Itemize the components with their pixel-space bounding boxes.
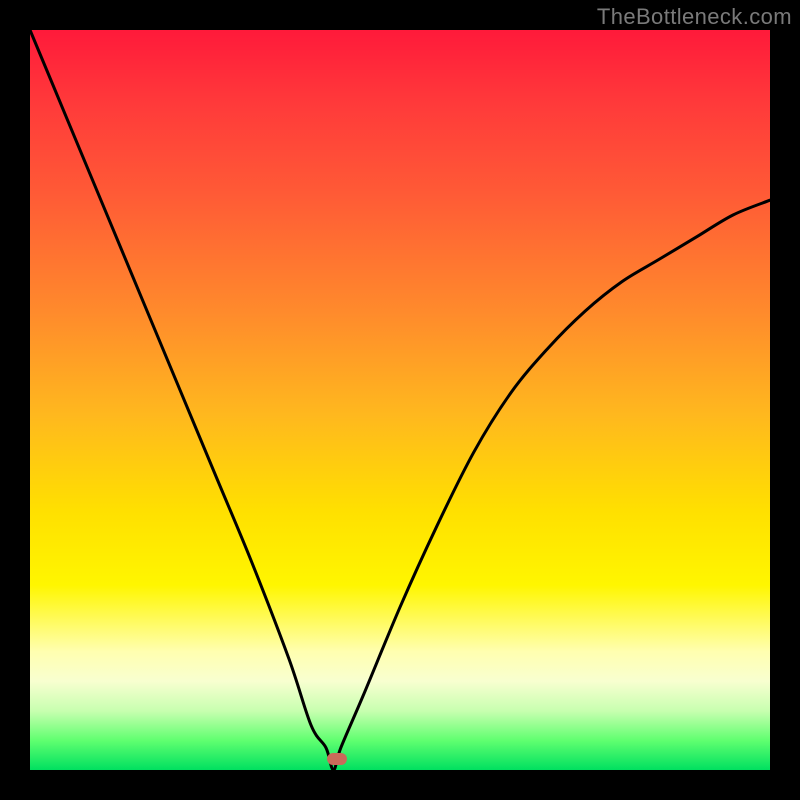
curve-svg (30, 30, 770, 770)
watermark-text: TheBottleneck.com (597, 4, 792, 30)
bottleneck-curve (30, 30, 770, 770)
min-marker (327, 753, 347, 765)
chart-frame: TheBottleneck.com (0, 0, 800, 800)
plot-area (30, 30, 770, 770)
